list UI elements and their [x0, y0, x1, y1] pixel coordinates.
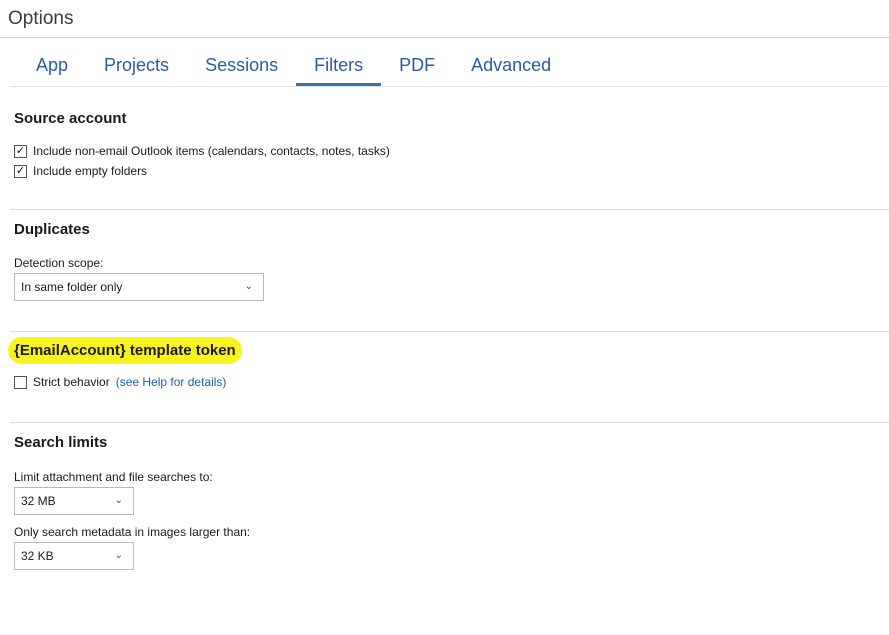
attachment-limit-label: Limit attachment and file searches to:	[14, 470, 213, 484]
tab-sessions[interactable]: Sessions	[187, 50, 296, 86]
help-link[interactable]: (see Help for details)	[116, 375, 227, 389]
metadata-limit-value: 32 KB	[21, 549, 54, 563]
chevron-down-icon: ⌄	[114, 550, 123, 561]
tab-bar: App Projects Sessions Filters PDF Advanc…	[18, 50, 569, 86]
include-non-email-label: Include non-email Outlook items (calenda…	[33, 144, 390, 158]
strict-behavior-checkbox[interactable]	[14, 375, 27, 389]
tab-app[interactable]: App	[18, 50, 86, 86]
attachment-limit-select[interactable]: 32 MB ⌄	[14, 487, 134, 515]
tab-pdf[interactable]: PDF	[381, 50, 453, 86]
search-limits-section: Search limits Limit attachment and file …	[14, 434, 889, 570]
chevron-down-icon: ⌄	[114, 495, 123, 506]
metadata-limit-label: Only search metadata in images larger th…	[14, 525, 251, 539]
tab-bar-divider	[10, 86, 889, 87]
strict-behavior-label: Strict behavior	[33, 375, 110, 389]
tab-filters[interactable]: Filters	[296, 50, 382, 86]
highlighted-section-title: {EmailAccount} template token	[8, 337, 242, 364]
email-account-token-section: {EmailAccount} template token Strict beh…	[8, 337, 889, 392]
divider	[10, 331, 889, 332]
detection-scope-select[interactable]: In same folder only ⌄	[14, 273, 264, 301]
window-title: Options	[8, 8, 74, 29]
metadata-limit-select[interactable]: 32 KB ⌄	[14, 542, 134, 570]
tab-advanced[interactable]: Advanced	[453, 50, 569, 86]
section-title: Duplicates	[14, 221, 90, 238]
tab-projects[interactable]: Projects	[86, 50, 187, 86]
section-title: Source account	[14, 110, 127, 127]
divider	[10, 209, 889, 210]
detection-scope-value: In same folder only	[21, 280, 123, 294]
detection-scope-label: Detection scope:	[14, 256, 104, 270]
include-non-email-checkbox[interactable]: ✓	[14, 144, 27, 158]
title-bar: Options	[0, 0, 889, 38]
source-account-section: Source account ✓ Include non-email Outlo…	[14, 110, 889, 181]
chevron-down-icon: ⌄	[244, 281, 253, 292]
strict-behavior-row[interactable]: Strict behavior (see Help for details)	[14, 372, 889, 392]
section-title: Search limits	[14, 434, 108, 451]
include-empty-folders-checkbox[interactable]: ✓	[14, 164, 27, 178]
duplicates-section: Duplicates Detection scope: In same fold…	[14, 221, 889, 301]
include-empty-folders-label: Include empty folders	[33, 164, 148, 178]
include-non-email-row[interactable]: ✓ Include non-email Outlook items (calen…	[14, 141, 889, 161]
divider	[10, 422, 889, 423]
attachment-limit-value: 32 MB	[21, 494, 56, 508]
include-empty-folders-row[interactable]: ✓ Include empty folders	[14, 161, 889, 181]
